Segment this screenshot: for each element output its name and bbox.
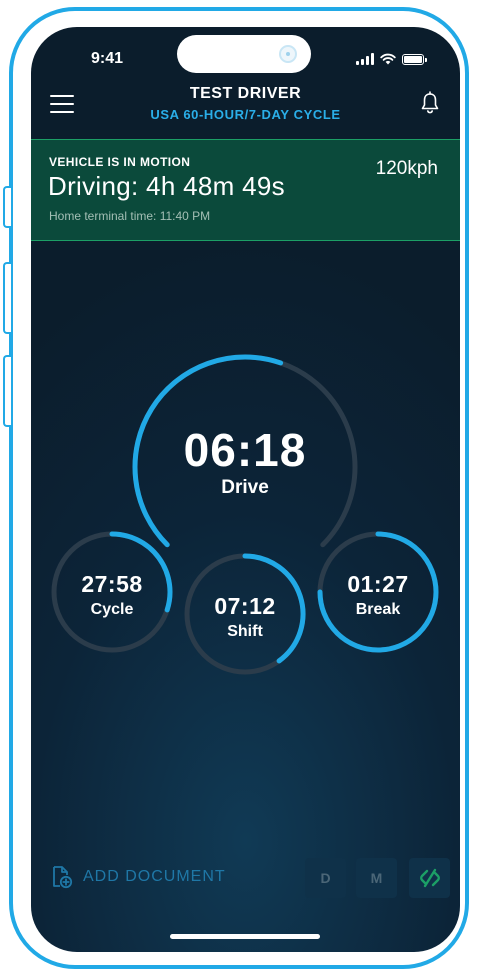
camera-icon xyxy=(279,45,297,63)
home-indicator[interactable] xyxy=(170,934,320,939)
side-button-volume-up xyxy=(3,262,11,334)
link-icon xyxy=(419,868,440,888)
add-document-label: ADD DOCUMENT xyxy=(83,868,226,885)
m-button[interactable]: M xyxy=(356,858,397,898)
side-button-action xyxy=(3,186,11,228)
driver-name: TEST DRIVER xyxy=(189,85,302,102)
cellular-signal-icon xyxy=(356,53,374,65)
d-button[interactable]: D xyxy=(305,858,346,898)
status-icons xyxy=(356,51,427,65)
cycle-time-value: 27:58 xyxy=(81,571,143,597)
cycle-rule: USA 60-HOUR/7-DAY CYCLE xyxy=(150,107,341,122)
battery-icon xyxy=(402,54,427,65)
dynamic-island xyxy=(177,35,311,73)
break-time-label: Break xyxy=(355,601,401,618)
drive-time-label: Drive xyxy=(221,477,269,498)
home-terminal-time: Home terminal time: 11:40 PM xyxy=(49,209,211,223)
add-document-button[interactable]: ADD DOCUMENT xyxy=(51,865,226,889)
driving-duration: Driving: 4h 48m 49s xyxy=(48,171,285,201)
cycle-time-label: Cycle xyxy=(90,601,134,618)
side-button-volume-down xyxy=(3,355,11,427)
status-time: 9:41 xyxy=(91,50,124,67)
drive-time-value: 06:18 xyxy=(183,424,307,476)
motion-status-label: VEHICLE IS IN MOTION xyxy=(49,155,191,169)
vehicle-motion-banner: VEHICLE IS IN MOTION Driving: 4h 48m 49s… xyxy=(31,139,460,241)
wifi-icon xyxy=(380,53,396,65)
shift-time-label: Shift xyxy=(227,623,263,640)
break-time-value: 01:27 xyxy=(347,571,409,597)
app-screen: 9:41 TEST DRIVER USA 60-HOUR/7-DAY CYCLE… xyxy=(31,27,460,952)
shift-time-value: 07:12 xyxy=(214,593,276,619)
bell-icon[interactable] xyxy=(420,91,440,115)
vehicle-speed: 120kph xyxy=(375,158,438,179)
connection-status-button[interactable] xyxy=(409,858,450,898)
add-document-icon xyxy=(53,866,73,889)
